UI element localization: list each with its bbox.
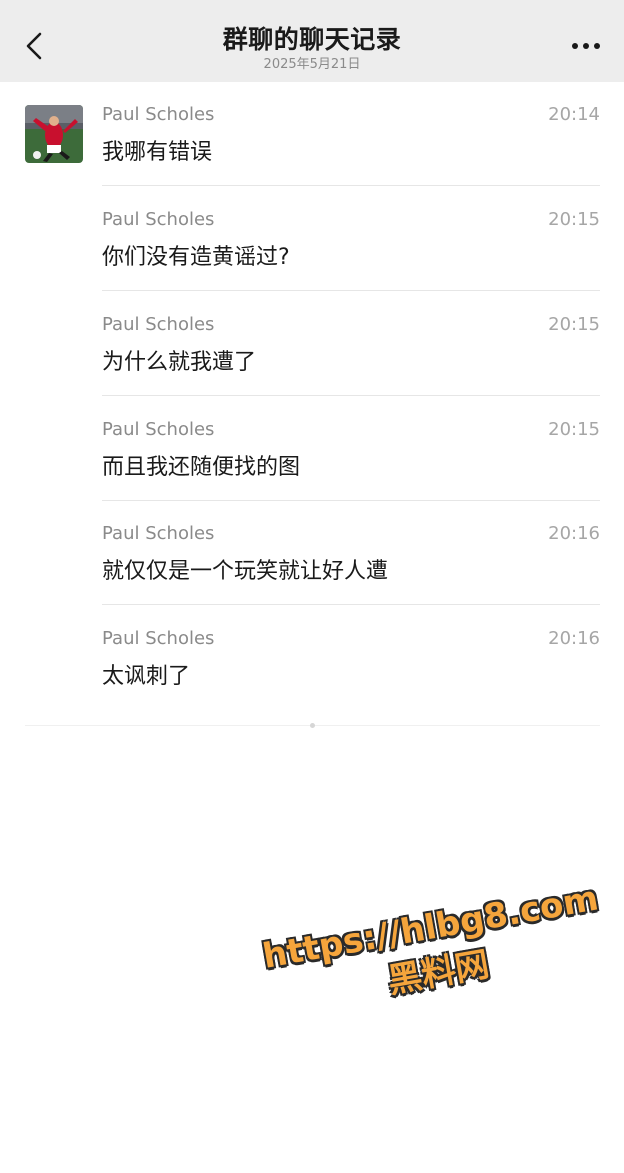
message-sender: Paul Scholes — [102, 314, 215, 335]
avatar[interactable] — [25, 105, 83, 163]
message-time: 20:15 — [548, 419, 600, 440]
watermark-label: 黑料网 — [384, 944, 493, 1002]
message-text: 你们没有造黄谣过? — [102, 245, 290, 270]
list-end-dot — [310, 723, 315, 728]
divider — [102, 500, 600, 501]
message-time: 20:15 — [548, 314, 600, 335]
message-item[interactable]: Paul Scholes 20:15 为什么就我遭了 — [102, 314, 600, 419]
message-time: 20:14 — [548, 104, 600, 125]
message-sender: Paul Scholes — [102, 419, 215, 440]
page-title: 群聊的聊天记录 — [222, 25, 402, 54]
message-sender: Paul Scholes — [102, 628, 215, 649]
nav-bar: 群聊的聊天记录 2025年5月21日 — [0, 0, 624, 82]
divider — [102, 395, 600, 396]
message-sender: Paul Scholes — [102, 523, 215, 544]
divider — [102, 290, 600, 291]
message-text: 为什么就我遭了 — [102, 350, 257, 375]
watermark-url: https://hlbg8.com — [259, 878, 602, 977]
message-item[interactable]: Paul Scholes 20:16 就仅仅是一个玩笑就让好人遭 — [102, 523, 600, 628]
more-dots-icon — [572, 43, 600, 49]
message-item[interactable]: Paul Scholes 20:15 而且我还随便找的图 — [102, 419, 600, 524]
page-subtitle-date: 2025年5月21日 — [263, 57, 361, 72]
message-time: 20:15 — [548, 209, 600, 230]
message-item[interactable]: Paul Scholes 20:15 你们没有造黄谣过? — [102, 209, 600, 314]
message-text: 太讽刺了 — [102, 664, 191, 689]
avatar-photo — [25, 105, 83, 163]
message-sender: Paul Scholes — [102, 209, 215, 230]
divider — [102, 604, 600, 605]
more-button[interactable] — [564, 28, 608, 64]
divider — [102, 185, 600, 186]
watermark: https://hlbg8.com 黑料网 — [259, 876, 616, 1063]
message-item[interactable]: Paul Scholes 20:16 太讽刺了 — [102, 628, 600, 733]
message-time: 20:16 — [548, 523, 600, 544]
message-text: 我哪有错误 — [102, 140, 213, 165]
message-text: 就仅仅是一个玩笑就让好人遭 — [102, 559, 389, 584]
message-text: 而且我还随便找的图 — [102, 455, 301, 480]
message-item[interactable]: Paul Scholes 20:14 我哪有错误 — [102, 104, 600, 209]
message-time: 20:16 — [548, 628, 600, 649]
message-sender: Paul Scholes — [102, 104, 215, 125]
